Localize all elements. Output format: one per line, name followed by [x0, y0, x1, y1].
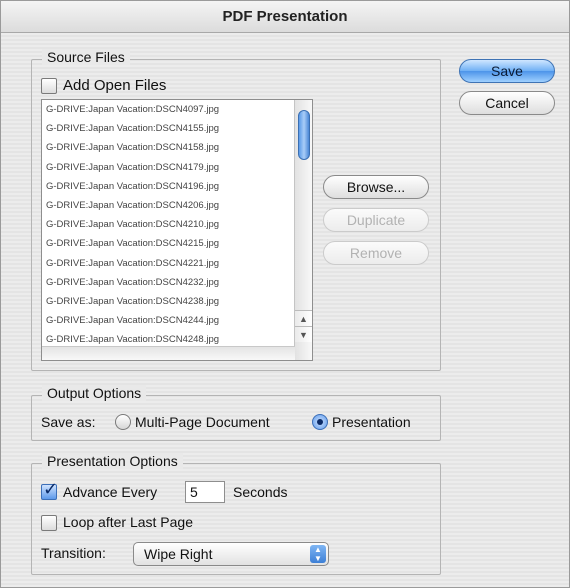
save-button[interactable]: Save [459, 59, 555, 83]
duplicate-button[interactable]: Duplicate [323, 208, 429, 232]
transition-select[interactable]: Wipe Right ▲ ▼ [133, 542, 329, 566]
checkmark-icon: ✓ [43, 479, 59, 499]
window-title: PDF Presentation [1, 1, 569, 33]
list-item[interactable]: G-DRIVE:Japan Vacation:DSCN4221.jpg [42, 254, 312, 273]
add-open-files-label[interactable]: Add Open Files [63, 77, 166, 94]
transition-label: Transition: [41, 545, 106, 561]
pdf-presentation-dialog: PDF Presentation Source Files Add Open F… [0, 0, 570, 588]
presentation-label[interactable]: Presentation [332, 414, 411, 430]
add-open-files-checkbox[interactable] [41, 78, 57, 94]
browse-button[interactable]: Browse... [323, 175, 429, 199]
advance-every-checkbox[interactable]: ✓ [41, 479, 58, 500]
cancel-button[interactable]: Cancel [459, 91, 555, 115]
advance-every-label[interactable]: Advance Every [63, 484, 157, 500]
updown-arrows-icon: ▲ ▼ [310, 545, 326, 563]
radio-selected-dot [317, 419, 323, 425]
list-item[interactable]: G-DRIVE:Japan Vacation:DSCN4232.jpg [42, 273, 312, 292]
presentation-options-title: Presentation Options [42, 453, 183, 469]
list-item[interactable]: G-DRIVE:Japan Vacation:DSCN4158.jpg [42, 138, 312, 157]
loop-label[interactable]: Loop after Last Page [63, 514, 193, 530]
arrow-up-icon[interactable]: ▲ [295, 310, 312, 326]
vertical-scrollbar[interactable]: ▲ ▼ [294, 100, 312, 360]
list-item[interactable]: G-DRIVE:Japan Vacation:DSCN4210.jpg [42, 215, 312, 234]
multi-page-label[interactable]: Multi-Page Document [135, 414, 270, 430]
save-as-label: Save as: [41, 414, 96, 430]
list-item[interactable]: G-DRIVE:Japan Vacation:DSCN4179.jpg [42, 158, 312, 177]
list-item[interactable]: G-DRIVE:Japan Vacation:DSCN4097.jpg [42, 100, 312, 119]
transition-value: Wipe Right [144, 546, 213, 562]
seconds-label: Seconds [233, 484, 288, 500]
source-file-list[interactable]: G-DRIVE:Japan Vacation:DSCN4097.jpg G-DRI… [41, 99, 313, 361]
horizontal-scrollbar[interactable] [42, 346, 295, 360]
remove-button[interactable]: Remove [323, 241, 429, 265]
arrow-down-icon[interactable]: ▼ [295, 326, 312, 342]
list-item[interactable]: G-DRIVE:Japan Vacation:DSCN4215.jpg [42, 234, 312, 253]
source-files-title: Source Files [42, 49, 130, 65]
presentation-radio[interactable] [312, 414, 328, 430]
loop-checkbox[interactable] [41, 515, 57, 531]
multi-page-radio[interactable] [115, 414, 131, 430]
output-options-title: Output Options [42, 385, 147, 401]
list-item[interactable]: G-DRIVE:Japan Vacation:DSCN4155.jpg [42, 119, 312, 138]
file-items: G-DRIVE:Japan Vacation:DSCN4097.jpg G-DRI… [42, 100, 312, 349]
list-item[interactable]: G-DRIVE:Japan Vacation:DSCN4238.jpg [42, 292, 312, 311]
list-item[interactable]: G-DRIVE:Japan Vacation:DSCN4196.jpg [42, 177, 312, 196]
list-item[interactable]: G-DRIVE:Japan Vacation:DSCN4206.jpg [42, 196, 312, 215]
list-item[interactable]: G-DRIVE:Japan Vacation:DSCN4244.jpg [42, 311, 312, 330]
advance-seconds-input[interactable]: 5 [185, 481, 225, 503]
scrollbar-thumb[interactable] [298, 110, 310, 160]
